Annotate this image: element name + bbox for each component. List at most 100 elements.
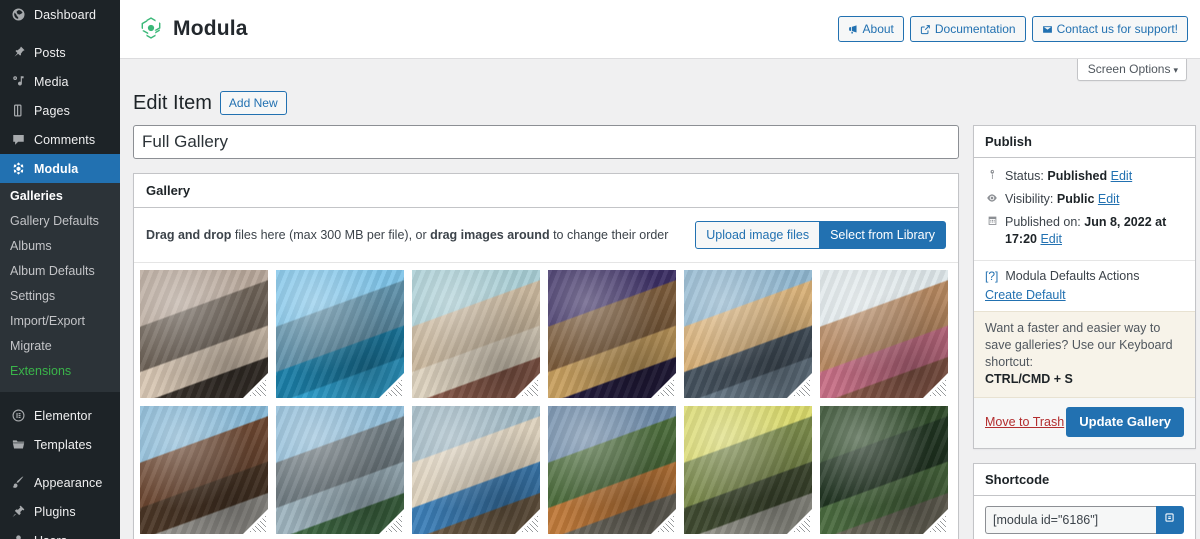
shortcode-input[interactable] [985, 506, 1156, 534]
gallery-image-paris-street-dusk[interactable] [140, 270, 268, 398]
topbar-buttons: About Documentation Contact us for suppo… [837, 16, 1188, 42]
brand: Modula [138, 15, 248, 44]
about-button-label: About [862, 22, 894, 36]
image-texture [140, 406, 268, 534]
sidebar-subitem-galleries[interactable]: Galleries [0, 184, 120, 209]
sidebar-item-dashboard[interactable]: Dashboard [0, 0, 120, 29]
add-new-button[interactable]: Add New [219, 91, 287, 115]
sidebar-item-label: Modula [34, 161, 79, 176]
sidebar-subitem-extensions[interactable]: Extensions [0, 359, 120, 384]
keyboard-shortcut-notice: Want a faster and easier way to save gal… [974, 311, 1195, 398]
published-on-text: Published on: Jun 8, 2022 at 17:20 Edit [1005, 214, 1184, 248]
contact-support-button-label: Contact us for support! [1056, 22, 1178, 36]
modula-logo-icon [138, 15, 164, 44]
published-on-edit-link[interactable]: Edit [1040, 232, 1062, 246]
upload-image-files-button[interactable]: Upload image files [695, 221, 821, 249]
notice-shortcut: CTRL/CMD + S [985, 372, 1073, 386]
sidebar-item-elementor[interactable]: Elementor [0, 401, 120, 430]
visibility-row: Visibility: Public Edit [985, 188, 1184, 211]
sidebar-item-plugins[interactable]: Plugins [0, 497, 120, 526]
brush-icon [9, 473, 28, 492]
status-text: Status: Published Edit [1005, 168, 1132, 185]
sidebar-item-label: Media [34, 74, 69, 89]
sidebar-item-posts[interactable]: Posts [0, 38, 120, 67]
pin-icon [9, 43, 28, 62]
defaults-label: Modula Defaults Actions [1005, 269, 1140, 283]
update-gallery-button[interactable]: Update Gallery [1066, 407, 1184, 437]
sidebar-item-modula[interactable]: Modula [0, 154, 120, 183]
media-icon [9, 72, 28, 91]
sidebar-column: Publish Status: Published Edit Visibilit… [973, 125, 1196, 539]
about-button[interactable]: About [837, 16, 904, 42]
published-on-label: Published on: [1005, 215, 1081, 229]
gallery-image-nyc-skyline-sunset[interactable] [684, 270, 812, 398]
gallery-image-beach-cliff-sand[interactable] [412, 406, 540, 534]
defaults-label-line: [?] Modula Defaults Actions [985, 269, 1184, 283]
sidebar-item-appearance[interactable]: Appearance [0, 468, 120, 497]
uploader-bar: Drag and drop files here (max 300 MB per… [134, 208, 958, 263]
image-texture [276, 270, 404, 398]
visibility-label: Visibility: [1005, 192, 1054, 206]
image-texture [412, 406, 540, 534]
visibility-edit-link[interactable]: Edit [1098, 192, 1120, 206]
contact-support-button[interactable]: Contact us for support! [1031, 16, 1188, 42]
sidebar-item-media[interactable]: Media [0, 67, 120, 96]
calendar-icon [985, 214, 999, 226]
status-row: Status: Published Edit [985, 165, 1184, 188]
gallery-image-seaside-terrace-lounge[interactable] [140, 406, 268, 534]
image-texture [548, 406, 676, 534]
copy-shortcode-button[interactable] [1156, 506, 1184, 534]
screen-options-button[interactable]: Screen Options ▾ [1076, 59, 1187, 81]
sidebar-divider [0, 29, 120, 38]
sidebar-item-pages[interactable]: Pages [0, 96, 120, 125]
gallery-postbox-header: Gallery [134, 174, 958, 208]
gallery-title-input[interactable] [133, 125, 959, 159]
sidebar-subitem-import-export[interactable]: Import/Export [0, 309, 120, 334]
pages-icon [9, 101, 28, 120]
gallery-image-german-old-town[interactable] [820, 270, 948, 398]
documentation-button-label: Documentation [934, 22, 1016, 36]
uploader-text-pre: Drag and drop [146, 228, 232, 242]
status-value: Published [1047, 169, 1108, 183]
brand-name: Modula [173, 17, 248, 40]
gallery-image-forest-footbridge[interactable] [820, 406, 948, 534]
documentation-button[interactable]: Documentation [909, 16, 1026, 42]
sidebar-subitem-gallery-defaults[interactable]: Gallery Defaults [0, 209, 120, 234]
main-content: Modula About Documentation Contact us fo… [120, 0, 1200, 539]
sidebar-subitem-albums[interactable]: Albums [0, 234, 120, 259]
sidebar-item-comments[interactable]: Comments [0, 125, 120, 154]
sidebar-item-label: Comments [34, 132, 96, 147]
gallery-image-mountain-lake-turquoise[interactable] [276, 270, 404, 398]
sidebar-item-users[interactable]: Users [0, 526, 120, 539]
move-to-trash-link[interactable]: Move to Trash [985, 415, 1064, 429]
elementor-icon [9, 406, 28, 425]
page-title: Edit Item [133, 92, 212, 114]
image-texture [412, 270, 540, 398]
gallery-image-autumn-country-road[interactable] [548, 406, 676, 534]
help-icon[interactable]: [?] [985, 269, 998, 283]
shortcode-box: Shortcode You ca [973, 463, 1196, 539]
gallery-image-lofoten-fjord-village[interactable] [276, 406, 404, 534]
published-on-row: Published on: Jun 8, 2022 at 17:20 Edit [985, 211, 1184, 251]
sidebar-item-templates[interactable]: Templates [0, 430, 120, 459]
gallery-image-winding-mountain-road[interactable] [684, 406, 812, 534]
status-edit-link[interactable]: Edit [1111, 169, 1133, 183]
select-from-library-button[interactable]: Select from Library [819, 221, 946, 249]
publish-rows: Status: Published Edit Visibility: Publi… [974, 158, 1195, 260]
sidebar-item-label: Posts [34, 45, 66, 60]
sidebar-subitem-migrate[interactable]: Migrate [0, 334, 120, 359]
modula-icon [9, 159, 28, 178]
image-texture [820, 270, 948, 398]
image-texture [684, 270, 812, 398]
sidebar-subitem-album-defaults[interactable]: Album Defaults [0, 259, 120, 284]
sidebar-subitem-settings[interactable]: Settings [0, 284, 120, 309]
modula-topbar: Modula About Documentation Contact us fo… [120, 0, 1200, 59]
status-label: Status: [1005, 169, 1044, 183]
sidebar-item-label: Dashboard [34, 7, 97, 22]
gallery-image-desert-power-lines[interactable] [412, 270, 540, 398]
image-texture [140, 270, 268, 398]
create-default-link[interactable]: Create Default [985, 288, 1066, 302]
uploader-text-bold2: drag images around [430, 228, 550, 242]
gallery-image-brooklyn-bridge-night[interactable] [548, 270, 676, 398]
eye-icon [985, 191, 999, 204]
